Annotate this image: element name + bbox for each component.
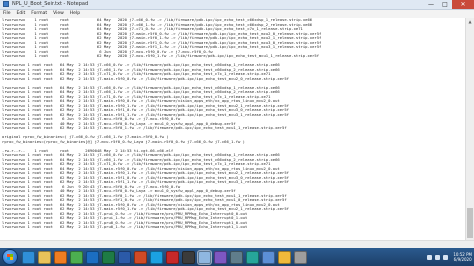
remote-desktop-icon[interactable] bbox=[262, 250, 275, 264]
clock[interactable]: 10:52 PM 6/9/2020 bbox=[453, 252, 472, 262]
paint-icon[interactable] bbox=[214, 250, 227, 264]
window-title: NPL_U_Boot_Seir.txt - Notepad bbox=[12, 1, 89, 7]
windows-logo-icon bbox=[7, 254, 13, 260]
menu-view[interactable]: View bbox=[53, 10, 64, 18]
menu-edit[interactable]: Edit bbox=[17, 10, 26, 18]
text-line: lrwxrwxrwx 1 root root 62 May 2 14:53 j7… bbox=[2, 225, 248, 229]
horizontal-scrollbar[interactable] bbox=[0, 240, 474, 248]
chrome-icon[interactable] bbox=[70, 250, 83, 264]
menu-bar: File Edit Format View Help bbox=[0, 10, 474, 18]
skype-icon[interactable] bbox=[150, 250, 163, 264]
terminal-icon[interactable] bbox=[182, 250, 195, 264]
network-share-icon[interactable] bbox=[246, 250, 259, 264]
network-icon[interactable] bbox=[435, 254, 441, 260]
outlook-icon[interactable] bbox=[86, 250, 99, 264]
start-button[interactable] bbox=[2, 249, 18, 265]
menu-format[interactable]: Format bbox=[31, 10, 47, 18]
vm-icon[interactable] bbox=[294, 250, 307, 264]
excel-icon[interactable] bbox=[102, 250, 115, 264]
word-icon[interactable] bbox=[118, 250, 131, 264]
scroll-up-icon[interactable]: ▲ bbox=[466, 18, 474, 26]
notepad-icon bbox=[3, 1, 9, 7]
scroll-thumb[interactable] bbox=[467, 208, 473, 238]
flag-icon[interactable] bbox=[427, 254, 433, 260]
internet-explorer-icon[interactable] bbox=[22, 250, 35, 264]
calculator-icon[interactable] bbox=[230, 250, 243, 264]
taskbar: 10:52 PM 6/9/2020 bbox=[0, 248, 474, 266]
volume-icon[interactable] bbox=[443, 254, 449, 260]
taskbar-app-list bbox=[22, 250, 310, 264]
menu-file[interactable]: File bbox=[3, 10, 11, 18]
minimize-button[interactable]: — bbox=[424, 0, 438, 9]
window-controls: — □ ✕ bbox=[424, 0, 474, 9]
system-tray: 10:52 PM 6/9/2020 bbox=[427, 248, 472, 266]
notepad-icon[interactable] bbox=[198, 250, 211, 264]
media-player-icon[interactable] bbox=[54, 250, 67, 264]
maximize-button[interactable]: □ bbox=[438, 0, 452, 9]
text-editor-area[interactable]: lrwxrwxrwx 1 root root 64 May 2020 j7-c6… bbox=[0, 18, 465, 240]
folder-icon[interactable] bbox=[278, 250, 291, 264]
clock-date: 6/9/2020 bbox=[453, 257, 472, 262]
vertical-scrollbar[interactable]: ▲ bbox=[465, 18, 474, 240]
menu-help[interactable]: Help bbox=[70, 10, 80, 18]
notepad-window: NPL_U_Boot_Seir.txt - Notepad — □ ✕ File… bbox=[0, 0, 474, 248]
powerpoint-icon[interactable] bbox=[134, 250, 147, 264]
file-explorer-icon[interactable] bbox=[38, 250, 51, 264]
title-bar[interactable]: NPL_U_Boot_Seir.txt - Notepad — □ ✕ bbox=[0, 0, 474, 10]
pdf-reader-icon[interactable] bbox=[166, 250, 179, 264]
close-button[interactable]: ✕ bbox=[452, 0, 474, 9]
